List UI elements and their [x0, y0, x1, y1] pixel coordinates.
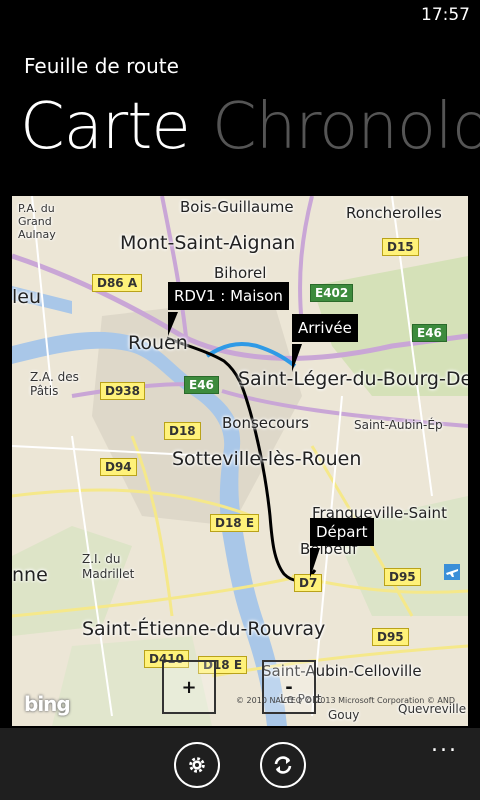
callout-depart-tail — [310, 548, 320, 578]
place-bihorel: Bihorel — [214, 264, 267, 282]
pivot-header: Carte Chronologie — [0, 88, 480, 168]
refresh-icon — [274, 756, 292, 774]
place-mont-saint-aignan: Mont-Saint-Aignan — [120, 232, 296, 254]
road-tag: E402 — [310, 284, 354, 302]
road-tag: D86 A — [92, 274, 143, 292]
road-tag: E46 — [184, 376, 219, 394]
zoom-in-button[interactable]: + — [162, 660, 216, 714]
refresh-button[interactable] — [260, 742, 306, 788]
callout-rdv1-tail — [168, 312, 178, 336]
place-saint-aubin-ep: Saint-Aubin-Ép — [354, 418, 443, 432]
place-bois-guillaume: Bois-Guillaume — [180, 198, 294, 216]
road-tag: D18 E — [210, 514, 260, 532]
place-saint-etienne: Saint-Étienne-du-Rouvray — [82, 618, 326, 640]
callout-arrivee-label: Arrivée — [298, 319, 352, 337]
callout-depart[interactable]: Départ — [310, 518, 374, 546]
zoom-out-button[interactable]: - — [262, 660, 316, 714]
road-tag: D94 — [100, 458, 137, 476]
callout-depart-label: Départ — [316, 523, 368, 541]
callout-rdv1-maison[interactable]: RDV1 : Maison — [168, 282, 289, 310]
status-time: 17:57 — [421, 5, 470, 25]
place-roncherolles: Roncherolles — [346, 204, 442, 222]
place-nne: nne — [12, 564, 48, 586]
more-menu-button[interactable]: ... — [431, 732, 458, 757]
road-tag: D95 — [384, 568, 421, 586]
road-tag: D938 — [100, 382, 146, 400]
callout-rdv1-label: RDV1 : Maison — [174, 287, 283, 305]
settings-button[interactable] — [174, 742, 220, 788]
place-bonsecours: Bonsecours — [222, 414, 309, 432]
place-gouy: Gouy — [328, 708, 360, 722]
pivot-tab-carte[interactable]: Carte — [20, 88, 191, 166]
app-title: Feuille de route — [24, 54, 179, 78]
map-copyright: © 2010 NAVTEQ © 2013 Microsoft Corporati… — [236, 696, 455, 705]
place-zi-madrillet: Z.I. du Madrillet — [82, 552, 135, 581]
status-bar: 17:57 — [0, 0, 480, 32]
airport-icon — [444, 564, 460, 580]
road-tag: D95 — [372, 628, 409, 646]
gear-icon — [189, 757, 205, 773]
road-tag: D15 — [382, 238, 419, 256]
callout-arrivee[interactable]: Arrivée — [292, 314, 358, 342]
place-za-des-patis: Z.A. des Pâtis — [30, 370, 79, 398]
place-leu: leu — [12, 286, 42, 308]
place-pa-grand-aulnay: P.A. du Grand Aulnay — [18, 202, 56, 241]
road-tag: D18 — [164, 422, 201, 440]
place-rouen: Rouen — [128, 332, 188, 354]
pivot-tab-chronologie[interactable]: Chronologie — [212, 88, 480, 166]
place-saint-leger: Saint-Léger-du-Bourg-De — [238, 368, 468, 390]
place-sotteville: Sotteville-lès-Rouen — [172, 448, 362, 470]
callout-arrivee-tail — [292, 344, 302, 372]
road-tag: E46 — [412, 324, 447, 342]
bing-logo: bing — [24, 692, 71, 716]
map-view[interactable]: Bois-Guillaume Roncherolles P.A. du Gran… — [12, 196, 468, 726]
application-bar: ... — [0, 728, 480, 800]
